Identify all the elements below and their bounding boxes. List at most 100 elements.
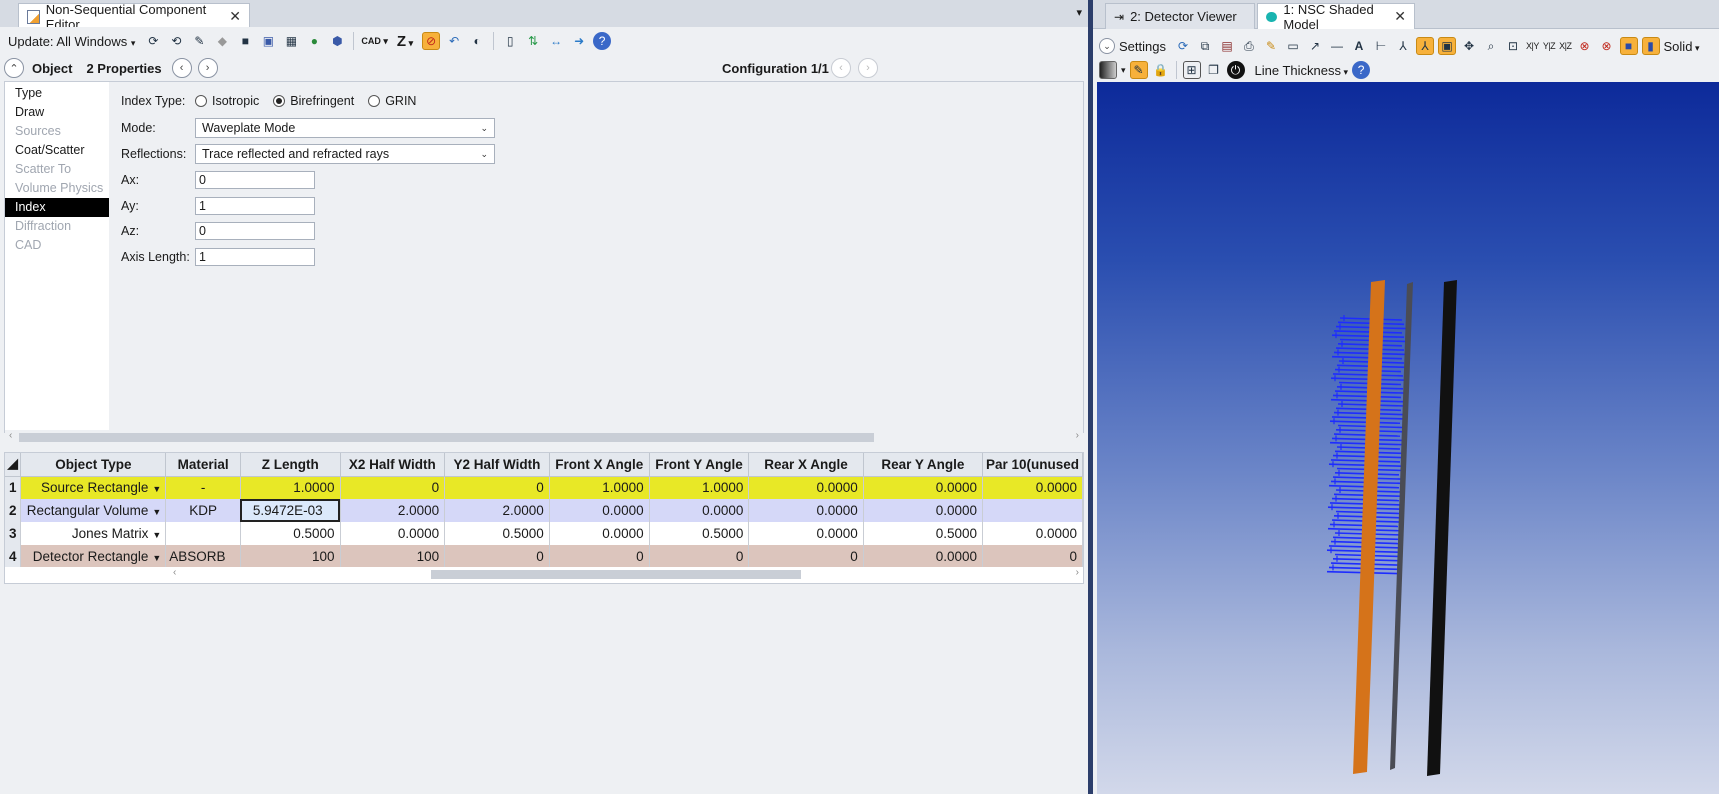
- table-cell[interactable]: 2.0000: [444, 499, 550, 522]
- fit-icon[interactable]: ⊡: [1504, 37, 1522, 55]
- table-cell[interactable]: 1.0000: [549, 476, 650, 499]
- power-icon[interactable]: ⏻: [1226, 61, 1245, 79]
- table-cell[interactable]: 0.0000: [340, 522, 446, 545]
- column-header[interactable]: Front Y Angle: [649, 453, 750, 477]
- reflections-select[interactable]: Trace reflected and refracted rays ⌄: [195, 144, 495, 164]
- next-object-button[interactable]: ›: [197, 58, 218, 78]
- table-cell[interactable]: 0.0000: [982, 522, 1083, 545]
- cad-dropdown[interactable]: CAD ▾: [361, 36, 388, 47]
- table-cell[interactable]: 0.0000: [748, 522, 864, 545]
- line-arrow-icon[interactable]: ↗: [1306, 37, 1324, 55]
- radio-grin[interactable]: GRIN: [368, 94, 416, 108]
- wand-icon[interactable]: ✎: [1129, 61, 1148, 79]
- sidebar-item-coat-scatter[interactable]: Coat/Scatter: [5, 141, 109, 160]
- sidebar-item-type[interactable]: Type: [5, 84, 109, 103]
- axes-icon[interactable]: ⅄: [1415, 37, 1434, 55]
- ay-input[interactable]: 1: [195, 197, 315, 215]
- object-type-cell[interactable]: Source Rectangle ▼: [20, 476, 167, 499]
- line-thickness-dropdown[interactable]: Line Thickness ▾: [1255, 63, 1349, 78]
- table-cell[interactable]: 100: [240, 545, 341, 568]
- close-icon[interactable]: ✕: [1394, 8, 1406, 25]
- no-rotate-icon[interactable]: ⊗: [1576, 37, 1594, 55]
- table-cell[interactable]: 0.0000: [748, 499, 864, 522]
- dropdown-arrow-icon[interactable]: ▼: [152, 530, 161, 540]
- scroll-right-icon[interactable]: ›: [1076, 430, 1079, 441]
- expand-horizontal-icon[interactable]: ↔: [547, 32, 565, 50]
- properties-scrollbar[interactable]: ‹ ›: [5, 430, 1083, 444]
- column-header[interactable]: Par 10(unused: [982, 453, 1083, 477]
- tab-component-editor[interactable]: Non-Sequential Component Editor ✕: [18, 2, 250, 32]
- refresh-icon[interactable]: ⟳: [144, 32, 162, 50]
- table-cell[interactable]: 0.0000: [863, 545, 984, 568]
- table-cell[interactable]: 0.5000: [863, 522, 984, 545]
- table-cell[interactable]: 0: [549, 545, 650, 568]
- table-cell[interactable]: 1.0000: [240, 476, 341, 499]
- yz-view-button[interactable]: Y|Z: [1543, 41, 1556, 51]
- sidebar-item-index[interactable]: Index: [5, 198, 109, 217]
- sidebar-item-volume-physics[interactable]: Volume Physics: [5, 179, 109, 198]
- table-cell[interactable]: 0.0000: [748, 476, 864, 499]
- sidebar-item-draw[interactable]: Draw: [5, 103, 109, 122]
- table-cell[interactable]: 1.0000: [649, 476, 750, 499]
- text-icon[interactable]: A: [1350, 37, 1368, 55]
- object-type-cell[interactable]: Detector Rectangle ▼: [20, 545, 167, 568]
- page-icon[interactable]: ▯: [501, 32, 519, 50]
- dropdown-arrow-icon[interactable]: ▼: [152, 484, 161, 494]
- no-pan-icon[interactable]: ⊗: [1598, 37, 1616, 55]
- xy-view-button[interactable]: X|Y: [1526, 41, 1539, 51]
- hexagon-icon[interactable]: ⬢: [328, 32, 346, 50]
- scroll-thumb[interactable]: [19, 433, 874, 442]
- table-cell[interactable]: 0.0000: [863, 499, 984, 522]
- solid-dropdown[interactable]: Solid ▾: [1664, 39, 1700, 54]
- table-cell[interactable]: 0.5000: [240, 522, 341, 545]
- undo-arrow-icon[interactable]: ↶: [445, 32, 463, 50]
- column-header[interactable]: Object Type: [20, 453, 167, 477]
- solid-view-icon[interactable]: ▮: [1641, 37, 1660, 55]
- xz-view-button[interactable]: X|Z: [1559, 41, 1572, 51]
- cube-view-icon[interactable]: ■: [1619, 37, 1638, 55]
- sidebar-item-cad[interactable]: CAD: [5, 236, 109, 255]
- scroll-thumb[interactable]: [431, 570, 801, 579]
- row-number[interactable]: 1: [5, 476, 22, 499]
- scroll-left-icon[interactable]: ‹: [9, 430, 12, 441]
- table-cell[interactable]: 0: [444, 545, 550, 568]
- table-cell[interactable]: 0.0000: [863, 476, 984, 499]
- material-cell[interactable]: [165, 522, 241, 545]
- material-cell[interactable]: -: [165, 476, 241, 499]
- row-number[interactable]: 3: [5, 522, 22, 545]
- material-cell[interactable]: ABSORB: [165, 545, 241, 568]
- zoom-icon[interactable]: ⌕: [1482, 37, 1500, 55]
- zoom-window-icon[interactable]: ▣: [1437, 37, 1456, 55]
- axes-dropdown-icon[interactable]: ⅄: [1394, 37, 1412, 55]
- green-circles-icon[interactable]: ●: [305, 32, 323, 50]
- prev-config-button[interactable]: ‹: [831, 58, 851, 78]
- rectangle-icon[interactable]: ▭: [1284, 37, 1302, 55]
- no-entry-icon[interactable]: ⊘: [422, 32, 441, 50]
- collapse-button[interactable]: ⌃: [4, 58, 24, 78]
- dropdown-arrow-icon[interactable]: ▼: [152, 553, 161, 563]
- dropdown-arrow-icon[interactable]: ▼: [152, 507, 161, 517]
- table-cell[interactable]: 0.5000: [649, 522, 750, 545]
- table-cell[interactable]: 0: [748, 545, 864, 568]
- frame-icon[interactable]: ⊞: [1182, 61, 1201, 79]
- next-config-button[interactable]: ›: [858, 58, 878, 78]
- axis-length-input[interactable]: 1: [195, 248, 315, 266]
- material-cell[interactable]: KDP: [165, 499, 241, 522]
- wizard-icon[interactable]: ✎: [190, 32, 208, 50]
- table-cell[interactable]: 0: [444, 476, 550, 499]
- refresh-all-icon[interactable]: ⟲: [167, 32, 185, 50]
- refresh-icon[interactable]: ⟳: [1174, 37, 1192, 55]
- arrow-right-icon[interactable]: ➜: [570, 32, 588, 50]
- column-header[interactable]: Front X Angle: [549, 453, 650, 477]
- grid-scrollbar[interactable]: ‹ ›: [5, 567, 1083, 581]
- column-header[interactable]: Rear Y Angle: [863, 453, 984, 477]
- cube-icon[interactable]: ■: [236, 32, 254, 50]
- az-input[interactable]: 0: [195, 222, 315, 240]
- column-header[interactable]: X2 Half Width: [340, 453, 446, 477]
- scroll-right-icon[interactable]: ›: [1076, 567, 1079, 578]
- z-dropdown[interactable]: Z ▾: [397, 33, 413, 50]
- table-cell[interactable]: 0.0000: [549, 522, 650, 545]
- update-dropdown[interactable]: Update: All Windows ▾: [8, 34, 135, 49]
- object-type-cell[interactable]: Rectangular Volume ▼: [20, 499, 167, 522]
- cube-blue-icon[interactable]: ▣: [259, 32, 277, 50]
